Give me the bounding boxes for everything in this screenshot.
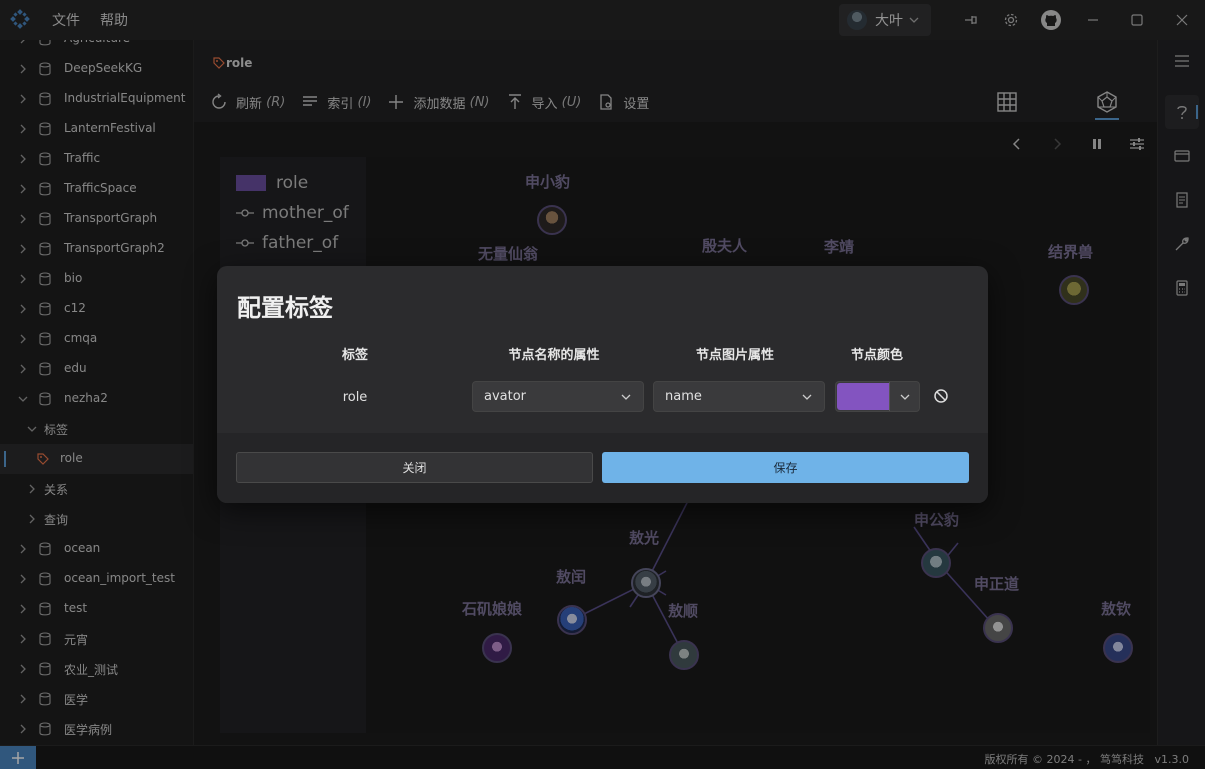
close-button[interactable]: 关闭: [236, 452, 593, 483]
row-label: role: [342, 390, 368, 405]
clear-color-icon[interactable]: [933, 388, 949, 404]
column-header-image-prop: 节点图片属性: [695, 348, 775, 363]
save-button[interactable]: 保存: [602, 452, 969, 483]
color-dropdown-button[interactable]: [889, 382, 919, 411]
name-prop-select[interactable]: avator: [472, 381, 644, 412]
chevron-down-icon: [802, 394, 812, 400]
color-swatch[interactable]: [837, 383, 890, 410]
select-value: name: [665, 389, 702, 404]
dialog-footer: 关闭 保存: [217, 433, 988, 503]
color-picker[interactable]: [835, 381, 920, 412]
select-value: avator: [484, 389, 527, 404]
column-header-label: 标签: [341, 348, 369, 363]
configure-label-dialog: 配置标签 标签 节点名称的属性 节点图片属性 节点颜色 role avator …: [217, 266, 988, 503]
dialog-title: 配置标签: [237, 294, 333, 322]
chevron-down-icon: [621, 394, 631, 400]
chevron-down-icon: [900, 394, 909, 400]
image-prop-select[interactable]: name: [653, 381, 825, 412]
column-header-color: 节点颜色: [850, 348, 904, 363]
column-header-name-prop: 节点名称的属性: [508, 348, 600, 363]
